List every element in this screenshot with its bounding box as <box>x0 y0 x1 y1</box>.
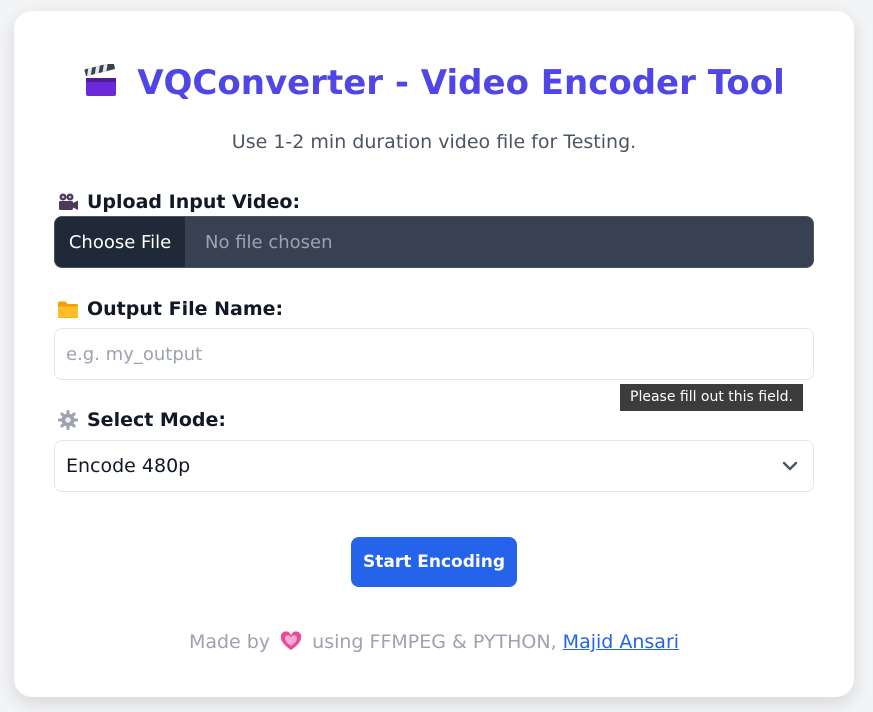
mode-label-text: Select Mode: <box>87 409 226 431</box>
footer: Made by using FFMPEG & PYTHON, Majid Ans… <box>14 631 854 656</box>
main-card: VQConverter - Video Encoder Tool Use 1-2… <box>14 11 854 697</box>
mode-selected-value: Encode 480p <box>66 455 191 477</box>
validation-tooltip: Please fill out this field. <box>620 384 803 411</box>
video-camera-icon <box>57 191 79 213</box>
upload-label-text: Upload Input Video: <box>87 191 301 213</box>
heart-icon <box>280 631 302 656</box>
clapperboard-icon <box>83 62 119 107</box>
footer-middle: using FFMPEG & PYTHON, <box>312 631 557 653</box>
chevron-down-icon <box>782 461 798 471</box>
author-link[interactable]: Majid Ansari <box>563 631 679 653</box>
page-title: VQConverter - Video Encoder Tool <box>14 62 854 107</box>
gear-icon <box>57 409 79 431</box>
footer-prefix: Made by <box>188 631 271 653</box>
output-label: Output File Name: <box>57 298 283 320</box>
output-label-text: Output File Name: <box>87 298 284 320</box>
subtitle: Use 1-2 min duration video file for Test… <box>231 131 637 153</box>
file-status: No file chosen <box>205 231 333 253</box>
start-encoding-button[interactable]: Start Encoding <box>351 537 517 587</box>
mode-select[interactable]: Encode 480p <box>54 440 814 492</box>
folder-icon <box>57 298 79 320</box>
mode-label: Select Mode: <box>57 409 226 431</box>
output-file-name-input[interactable] <box>54 328 814 380</box>
page-title-text: VQConverter - Video Encoder Tool <box>137 63 785 103</box>
video-file-input[interactable]: Choose File No file chosen <box>54 216 814 268</box>
choose-file-button[interactable]: Choose File <box>55 217 185 267</box>
upload-label: Upload Input Video: <box>57 191 300 213</box>
